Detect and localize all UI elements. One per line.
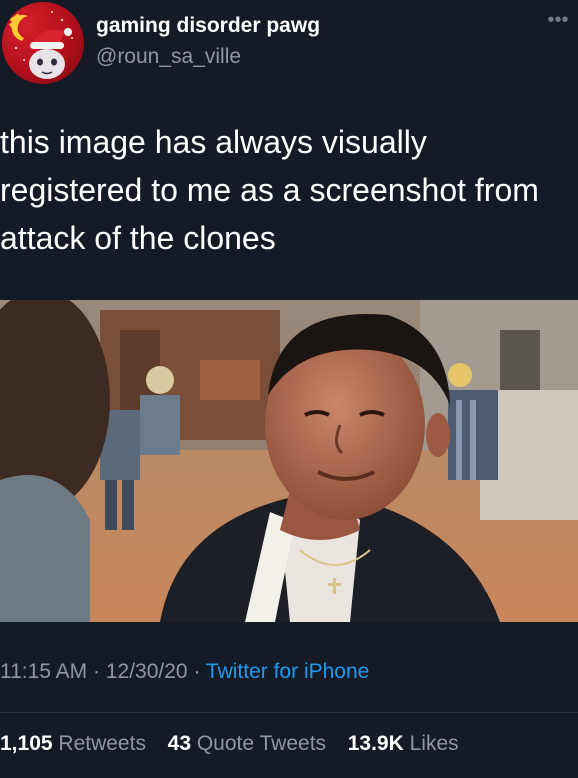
hammer-sickle-avatar-icon <box>9 11 73 79</box>
tweet-time: 11:15 AM <box>0 660 88 683</box>
quotes-label: Quote Tweets <box>196 732 327 755</box>
likes-stat[interactable]: 13.9K Likes <box>348 732 459 755</box>
retweets-label: Retweets <box>58 732 146 755</box>
tweet-text: this image has always visually registere… <box>0 124 539 256</box>
tweet-image[interactable] <box>0 300 578 622</box>
user-handle[interactable]: @roun_sa_ville <box>96 45 241 69</box>
photo-construction-site <box>0 300 578 622</box>
avatar[interactable] <box>2 2 84 84</box>
divider <box>0 712 578 713</box>
quote-tweets-stat[interactable]: 43 Quote Tweets <box>168 732 332 755</box>
tweet-stats: 1,105 Retweets 43 Quote Tweets 13.9K Lik… <box>0 732 459 756</box>
tweet-date: 12/30/20 <box>105 660 188 683</box>
retweets-count: 1,105 <box>0 732 53 755</box>
tweet-meta: 11:15 AM · 12/30/20 · Twitter for iPhone <box>0 660 369 684</box>
more-options-icon[interactable]: ••• <box>544 10 572 30</box>
tweet-header: gaming disorder pawg @roun_sa_ville ••• <box>0 0 578 90</box>
meta-separator: · <box>193 660 201 683</box>
retweets-stat[interactable]: 1,105 Retweets <box>0 732 152 755</box>
quotes-count: 43 <box>167 732 191 755</box>
display-name[interactable]: gaming disorder pawg <box>96 14 320 38</box>
likes-count: 13.9K <box>347 732 404 755</box>
meta-separator: · <box>93 660 101 683</box>
likes-label: Likes <box>409 732 459 755</box>
tweet-source-link[interactable]: Twitter for iPhone <box>206 660 369 683</box>
